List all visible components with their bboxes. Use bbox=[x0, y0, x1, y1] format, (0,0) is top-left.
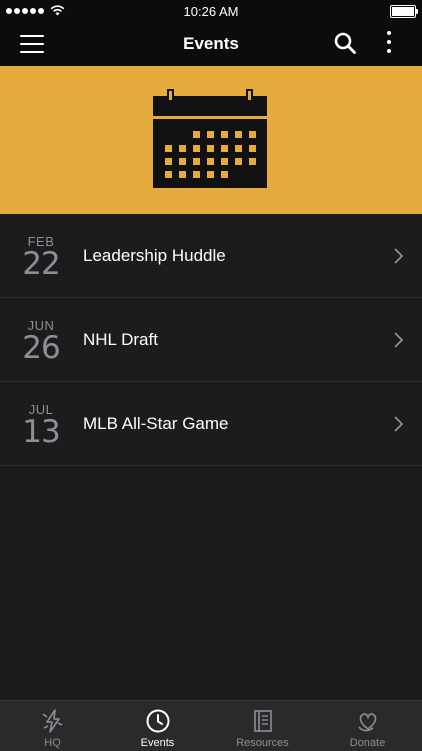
tab-hq[interactable]: HQ bbox=[0, 701, 105, 751]
chevron-right-icon bbox=[394, 248, 404, 264]
event-title: MLB All-Star Game bbox=[83, 414, 229, 433]
event-title: NHL Draft bbox=[83, 330, 158, 349]
events-banner bbox=[0, 66, 422, 214]
tab-label: HQ bbox=[44, 737, 61, 749]
status-bar: 10:26 AM bbox=[0, 0, 422, 22]
clock-icon bbox=[146, 709, 169, 733]
tab-label: Donate bbox=[349, 737, 386, 749]
tab-label: Events bbox=[140, 737, 175, 749]
event-title: Leadership Huddle bbox=[83, 246, 226, 265]
tab-donate[interactable]: Donate bbox=[315, 701, 420, 751]
search-icon[interactable] bbox=[333, 31, 357, 55]
event-day: 22 bbox=[22, 246, 60, 282]
event-row[interactable]: JUN 26 NHL Draft bbox=[0, 298, 422, 382]
event-list: FEB 22 Leadership Huddle JUN 26 NHL Draf… bbox=[0, 214, 422, 466]
page-title: Events bbox=[183, 34, 239, 53]
more-options-button[interactable] bbox=[382, 31, 396, 57]
status-time: 10:26 AM bbox=[183, 4, 239, 19]
event-date: FEB 22 bbox=[18, 234, 64, 282]
tab-resources[interactable]: Resources bbox=[210, 701, 315, 751]
tab-bar: HQ Events Resources Donate bbox=[0, 700, 422, 751]
chevron-right-icon bbox=[394, 416, 404, 432]
heart-hand-icon bbox=[357, 713, 376, 732]
event-date: JUN 26 bbox=[18, 318, 64, 366]
event-date: JUL 13 bbox=[18, 402, 64, 450]
nav-bar: Events bbox=[0, 22, 422, 66]
event-day: 26 bbox=[22, 330, 60, 366]
event-day: 13 bbox=[22, 414, 60, 450]
battery-icon bbox=[390, 5, 418, 18]
tab-label: Resources bbox=[236, 737, 289, 749]
tab-events[interactable]: Events bbox=[105, 701, 210, 751]
calendar-icon bbox=[153, 89, 267, 188]
event-row[interactable]: JUL 13 MLB All-Star Game bbox=[0, 382, 422, 466]
event-row[interactable]: FEB 22 Leadership Huddle bbox=[0, 214, 422, 298]
chevron-right-icon bbox=[394, 332, 404, 348]
bolt-icon bbox=[42, 709, 62, 733]
book-icon bbox=[253, 710, 272, 732]
